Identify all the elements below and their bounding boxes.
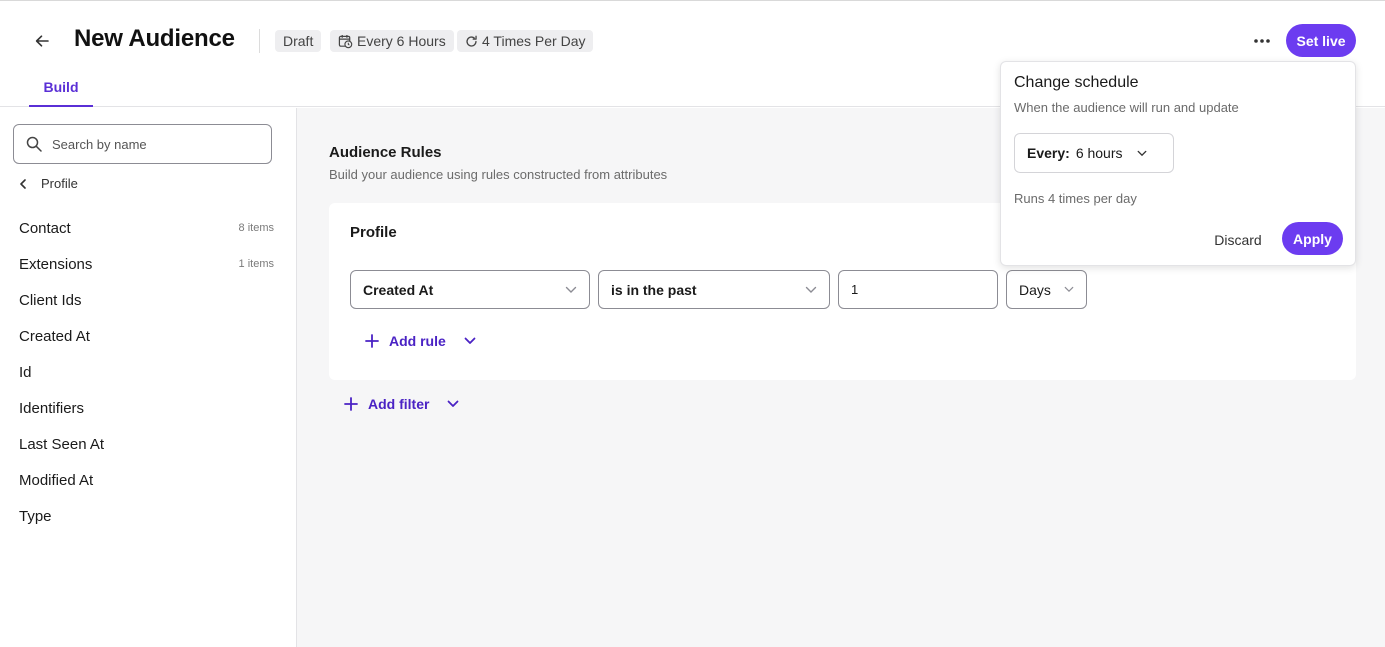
- search-icon: [26, 136, 42, 152]
- more-horizontal-icon: [1254, 39, 1270, 43]
- list-item[interactable]: Last Seen At: [0, 426, 296, 462]
- frequency-badge-label: 4 Times Per Day: [482, 33, 586, 49]
- popover-title: Change schedule: [1014, 74, 1139, 91]
- chevron-down-icon: [805, 286, 817, 293]
- list-item[interactable]: Contact 8 items: [0, 210, 296, 246]
- section-subtitle: Build your audience using rules construc…: [329, 167, 668, 182]
- schedule-badge[interactable]: Every 6 Hours: [330, 30, 454, 52]
- chevron-down-icon: [464, 337, 476, 344]
- chevron-down-icon: [1064, 286, 1074, 292]
- chevron-down-icon: [565, 286, 577, 293]
- tab-build[interactable]: Build: [29, 69, 93, 107]
- add-rule-label: Add rule: [389, 333, 446, 349]
- list-item-count: 8 items: [238, 222, 274, 234]
- frequency-badge: 4 Times Per Day: [457, 30, 594, 52]
- plus-icon: [365, 334, 379, 348]
- list-item[interactable]: Created At: [0, 318, 296, 354]
- list-item-label: Id: [19, 363, 32, 381]
- operator-select[interactable]: is in the past: [598, 270, 830, 309]
- discard-button[interactable]: Discard: [1208, 227, 1268, 253]
- plus-icon: [344, 397, 358, 411]
- unit-select-value: Days: [1019, 281, 1051, 298]
- list-item[interactable]: Modified At: [0, 462, 296, 498]
- list-item-label: Identifiers: [19, 399, 85, 417]
- list-item[interactable]: Type: [0, 498, 296, 534]
- add-rule-button[interactable]: Add rule: [365, 333, 476, 349]
- search-field[interactable]: [13, 124, 272, 164]
- refresh-icon: [466, 35, 477, 47]
- add-filter-label: Add filter: [368, 396, 430, 412]
- list-item-label: Client Ids: [19, 291, 82, 309]
- list-item-label: Contact: [19, 219, 71, 237]
- breadcrumb-back-profile[interactable]: Profile: [19, 176, 78, 191]
- calendar-clock-icon: [338, 34, 353, 48]
- schedule-select-value: 6 hours: [1075, 145, 1123, 161]
- back-button[interactable]: [28, 27, 56, 55]
- schedule-select-key: Every:: [1027, 145, 1070, 161]
- chevron-down-icon: [448, 400, 459, 407]
- more-options-button[interactable]: [1248, 29, 1276, 53]
- rule-group-title: Profile: [350, 224, 397, 241]
- list-item-label: Last Seen At: [19, 435, 105, 453]
- page-title: New Audience: [74, 25, 235, 52]
- list-item[interactable]: Client Ids: [0, 282, 296, 318]
- list-item-count: 1 items: [238, 258, 274, 270]
- chevron-left-icon: [20, 178, 26, 189]
- list-item-label: Modified At: [19, 471, 94, 489]
- unit-select[interactable]: Days: [1006, 270, 1087, 309]
- schedule-badge-label: Every 6 Hours: [357, 33, 446, 49]
- add-filter-button[interactable]: Add filter: [344, 396, 459, 412]
- operator-select-value: is in the past: [611, 281, 697, 298]
- attribute-select[interactable]: Created At: [350, 270, 590, 309]
- status-badge-label: Draft: [283, 33, 314, 49]
- arrow-left-icon: [35, 35, 49, 47]
- schedule-interval-select[interactable]: Every: 6 hours: [1014, 133, 1174, 173]
- attribute-list: Contact 8 items Extensions 1 items Clien…: [0, 210, 296, 534]
- breadcrumb-label: Profile: [41, 176, 78, 191]
- list-item[interactable]: Identifiers: [0, 390, 296, 426]
- chevron-down-icon: [1137, 150, 1146, 156]
- set-live-button[interactable]: Set live: [1286, 24, 1356, 57]
- runs-per-day-text: Runs 4 times per day: [1014, 191, 1137, 206]
- search-input[interactable]: [52, 136, 252, 152]
- popover-subtitle: When the audience will run and update: [1014, 100, 1239, 115]
- list-item-label: Extensions: [19, 255, 93, 273]
- list-item-label: Type: [19, 507, 52, 525]
- status-badge: Draft: [275, 30, 322, 52]
- attribute-sidebar: Profile Contact 8 items Extensions 1 ite…: [0, 108, 297, 647]
- list-item[interactable]: Extensions 1 items: [0, 246, 296, 282]
- list-item-label: Created At: [19, 327, 90, 345]
- section-title: Audience Rules: [329, 144, 442, 161]
- list-item[interactable]: Id: [0, 354, 296, 390]
- value-input-text: 1: [851, 282, 859, 297]
- apply-button[interactable]: Apply: [1282, 222, 1343, 255]
- value-input[interactable]: 1: [838, 270, 998, 309]
- attribute-select-value: Created At: [363, 281, 434, 298]
- header-divider: [259, 29, 260, 53]
